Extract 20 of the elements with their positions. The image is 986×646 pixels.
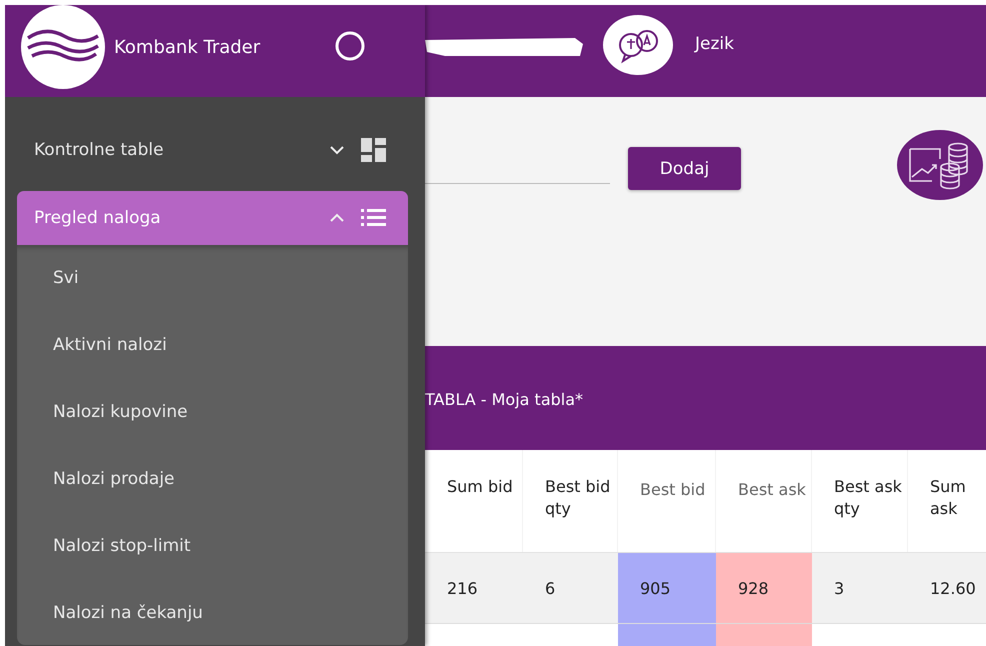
- menu-item[interactable]: Kontrolne table: [17, 123, 408, 177]
- language-label[interactable]: Jezik: [695, 34, 734, 54]
- submenu-item[interactable]: Nalozi na čekanju: [17, 580, 408, 646]
- table-cell-text: 216: [446, 578, 479, 600]
- submenu-item[interactable]: Nalozi kupovine: [17, 379, 408, 446]
- panel-title: TABLA - Moja tabla*: [425, 390, 584, 408]
- menu-item-label: Kontrolne table: [34, 140, 165, 160]
- table-cell-text: 12.60: [929, 578, 977, 600]
- submenu-item[interactable]: Svi: [17, 245, 408, 312]
- menu-item-label: Pregled naloga: [34, 208, 162, 228]
- add-button[interactable]: Dodaj: [628, 147, 741, 190]
- table-cell: 905: [618, 553, 716, 623]
- menu-item[interactable]: Pregled naloga: [17, 191, 408, 245]
- table-cell-text: 6: [544, 578, 556, 600]
- submenu-item[interactable]: Nalozi stop-limit: [17, 513, 408, 580]
- app-title: Kombank Trader: [114, 36, 260, 58]
- table-cell-text: 3: [833, 578, 846, 600]
- submenu-item[interactable]: Aktivni nalozi: [17, 312, 408, 379]
- table-cell: 928: [716, 553, 812, 623]
- submenu-item[interactable]: Nalozi prodaje: [17, 446, 408, 513]
